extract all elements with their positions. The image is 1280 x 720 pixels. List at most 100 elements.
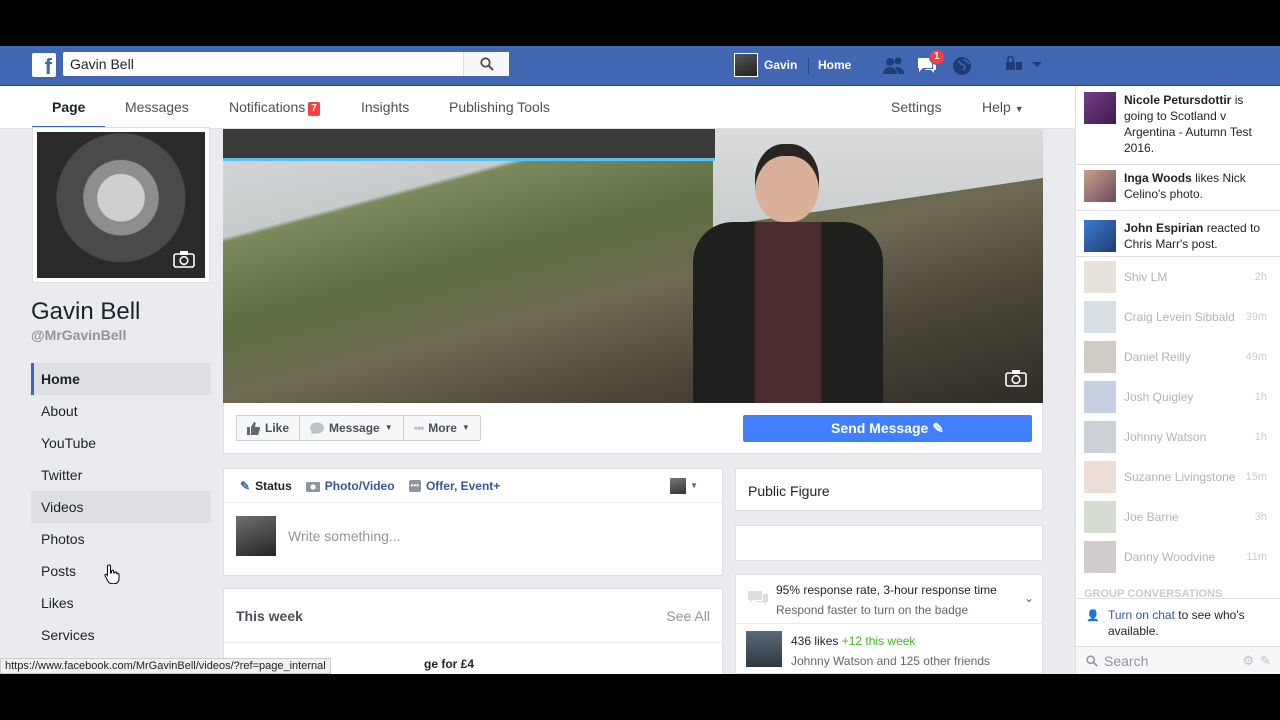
chat-contact[interactable]: Josh Quigley 1h bbox=[1076, 377, 1280, 417]
profile-name: Gavin bbox=[764, 58, 798, 72]
left-nav-item-about[interactable]: About bbox=[31, 395, 211, 427]
left-nav-item-services[interactable]: Services bbox=[31, 619, 211, 651]
tab-label: Settings bbox=[891, 99, 942, 115]
search-input[interactable] bbox=[63, 52, 459, 76]
composer-tab-status[interactable]: ✎ Status bbox=[240, 479, 292, 493]
page-username[interactable]: @MrGavinBell bbox=[31, 327, 126, 343]
divider bbox=[1076, 210, 1280, 211]
tab-insights[interactable]: Insights bbox=[361, 86, 409, 129]
messages-icon[interactable]: 1 bbox=[916, 49, 945, 77]
chat-contact[interactable]: Johnny Watson 1h bbox=[1076, 417, 1280, 457]
tab-label: Notifications bbox=[229, 99, 306, 115]
message-bubble-icon bbox=[310, 422, 325, 435]
camera-icon bbox=[305, 481, 320, 492]
likes-count[interactable]: 436 likes +12 this week bbox=[791, 634, 915, 648]
left-nav-item-youtube[interactable]: YouTube bbox=[31, 427, 211, 459]
ticker-item[interactable]: Inga Woods likes Nick Celino's photo. bbox=[1084, 170, 1274, 202]
globe-notifications-icon[interactable] bbox=[951, 55, 973, 77]
cover-person-body bbox=[693, 222, 883, 403]
notifications-badge: 7 bbox=[308, 102, 320, 116]
chat-contact[interactable]: Joe Barrie 3h bbox=[1076, 497, 1280, 537]
composer-tab-label: Photo/Video bbox=[324, 478, 395, 493]
tab-settings[interactable]: Settings bbox=[891, 86, 942, 129]
category-card: Public Figure bbox=[735, 468, 1043, 511]
tab-label: Page bbox=[52, 99, 86, 115]
avatar bbox=[1084, 421, 1116, 453]
cover-person-head bbox=[755, 144, 819, 222]
profile-photo bbox=[37, 132, 205, 278]
left-nav-item-videos[interactable]: Videos bbox=[31, 491, 211, 523]
chat-contact-name: Danny Woodvine bbox=[1124, 550, 1216, 564]
search-button[interactable] bbox=[463, 52, 509, 76]
chat-contact[interactable]: Daniel Reilly 49m bbox=[1076, 337, 1280, 377]
chat-contact-name: Daniel Reilly bbox=[1124, 350, 1191, 364]
cover-photo[interactable] bbox=[223, 129, 1043, 403]
avatar bbox=[1084, 541, 1116, 573]
composer-tab-photo-video[interactable]: Photo/Video bbox=[305, 478, 395, 493]
composer-placeholder[interactable]: Write something... bbox=[288, 528, 401, 544]
send-message-label: Send Message bbox=[831, 420, 929, 436]
composer-tabs: ✎ Status Photo/Video ••• Offer, Event+ ▼ bbox=[224, 469, 722, 503]
left-nav-item-home[interactable]: Home bbox=[31, 363, 211, 395]
chat-contact[interactable]: Craig Levein Sibbald 39m bbox=[1076, 297, 1280, 337]
facebook-logo-icon[interactable]: f bbox=[32, 53, 56, 77]
list-item[interactable]: ge for £4 bbox=[424, 657, 474, 671]
turn-on-chat-link[interactable]: Turn on chat bbox=[1108, 608, 1175, 622]
search-box[interactable] bbox=[63, 52, 509, 76]
chat-contact[interactable]: Shiv LM 2h bbox=[1076, 257, 1280, 297]
chat-contact[interactable]: Danny Woodvine 11m bbox=[1076, 537, 1280, 577]
left-nav-item-twitter[interactable]: Twitter bbox=[31, 459, 211, 491]
chat-contact-time: 49m bbox=[1245, 351, 1267, 363]
profile-link[interactable]: Gavin bbox=[734, 53, 797, 77]
chat-contact-name: Craig Levein Sibbald bbox=[1124, 310, 1235, 324]
chat-contact[interactable]: Suzanne Livingstone 15m bbox=[1076, 457, 1280, 497]
profile-picture[interactable] bbox=[32, 127, 210, 283]
left-nav-item-likes[interactable]: Likes bbox=[31, 587, 211, 619]
camera-icon[interactable] bbox=[1005, 369, 1027, 387]
chevron-down-icon: ▼ bbox=[384, 423, 393, 432]
chat-contact-time: 15m bbox=[1245, 471, 1267, 483]
chat-search-bar[interactable]: Search ⚙ ✎ bbox=[1076, 646, 1280, 674]
composer-tab-label: Status bbox=[255, 478, 292, 493]
chat-contact-time: 11m bbox=[1246, 551, 1267, 563]
page-title[interactable]: Gavin Bell bbox=[31, 298, 140, 326]
send-message-button[interactable]: Send Message ✎ bbox=[743, 415, 1032, 442]
response-rate: 95% response rate, 3-hour response time bbox=[776, 583, 997, 597]
left-nav-item-posts[interactable]: Posts bbox=[31, 555, 211, 587]
friend-requests-icon[interactable] bbox=[882, 55, 904, 77]
message-button[interactable]: Message ▼ bbox=[300, 416, 404, 440]
post-as-selector[interactable]: ▼ bbox=[670, 477, 698, 494]
composer-input-row[interactable]: Write something... bbox=[236, 516, 401, 556]
like-button[interactable]: Like bbox=[237, 416, 301, 440]
gear-icon[interactable]: ⚙ bbox=[1242, 653, 1254, 669]
ticker-item[interactable]: John Espirian reacted to Chris Marr's po… bbox=[1084, 220, 1274, 252]
avatar bbox=[1084, 261, 1116, 293]
see-all-link[interactable]: See All bbox=[666, 608, 710, 624]
tab-help[interactable]: Help ▼ bbox=[982, 86, 1024, 129]
chat-contact-name: Suzanne Livingstone bbox=[1124, 470, 1236, 484]
tab-messages[interactable]: Messages bbox=[125, 86, 189, 129]
new-message-icon[interactable]: ✎ bbox=[1260, 653, 1271, 669]
video-progress-overlay bbox=[223, 129, 715, 161]
friends-like[interactable]: Johnny Watson and 125 other friends bbox=[791, 654, 990, 668]
chat-search-placeholder: Search bbox=[1104, 652, 1149, 669]
left-nav-item-photos[interactable]: Photos bbox=[31, 523, 211, 555]
page-action-bar: Like Message ▼ ••• More ▼ Send Message ✎ bbox=[223, 403, 1043, 454]
home-link[interactable]: Home bbox=[818, 58, 851, 72]
empty-card bbox=[735, 525, 1043, 561]
privacy-shortcuts-icon[interactable] bbox=[1005, 55, 1042, 77]
this-week-header: This week See All bbox=[224, 589, 722, 643]
chevron-down-icon[interactable]: ⌄ bbox=[1024, 591, 1034, 605]
more-button[interactable]: ••• More ▼ bbox=[404, 416, 480, 440]
tab-page[interactable]: Page bbox=[32, 86, 106, 129]
composer-tab-offer-event[interactable]: ••• Offer, Event+ bbox=[408, 479, 500, 493]
page-category[interactable]: Public Figure bbox=[748, 483, 830, 499]
tab-notifications[interactable]: Notifications 7 bbox=[229, 86, 320, 129]
ellipsis-box-icon: ••• bbox=[408, 479, 421, 492]
like-label: Like bbox=[265, 421, 290, 435]
avatar bbox=[734, 53, 758, 77]
divider bbox=[808, 58, 809, 74]
camera-icon[interactable] bbox=[173, 250, 195, 268]
ticker-item[interactable]: Nicole Petursdottir is going to Scotland… bbox=[1084, 92, 1274, 156]
tab-publishing-tools[interactable]: Publishing Tools bbox=[449, 86, 550, 129]
